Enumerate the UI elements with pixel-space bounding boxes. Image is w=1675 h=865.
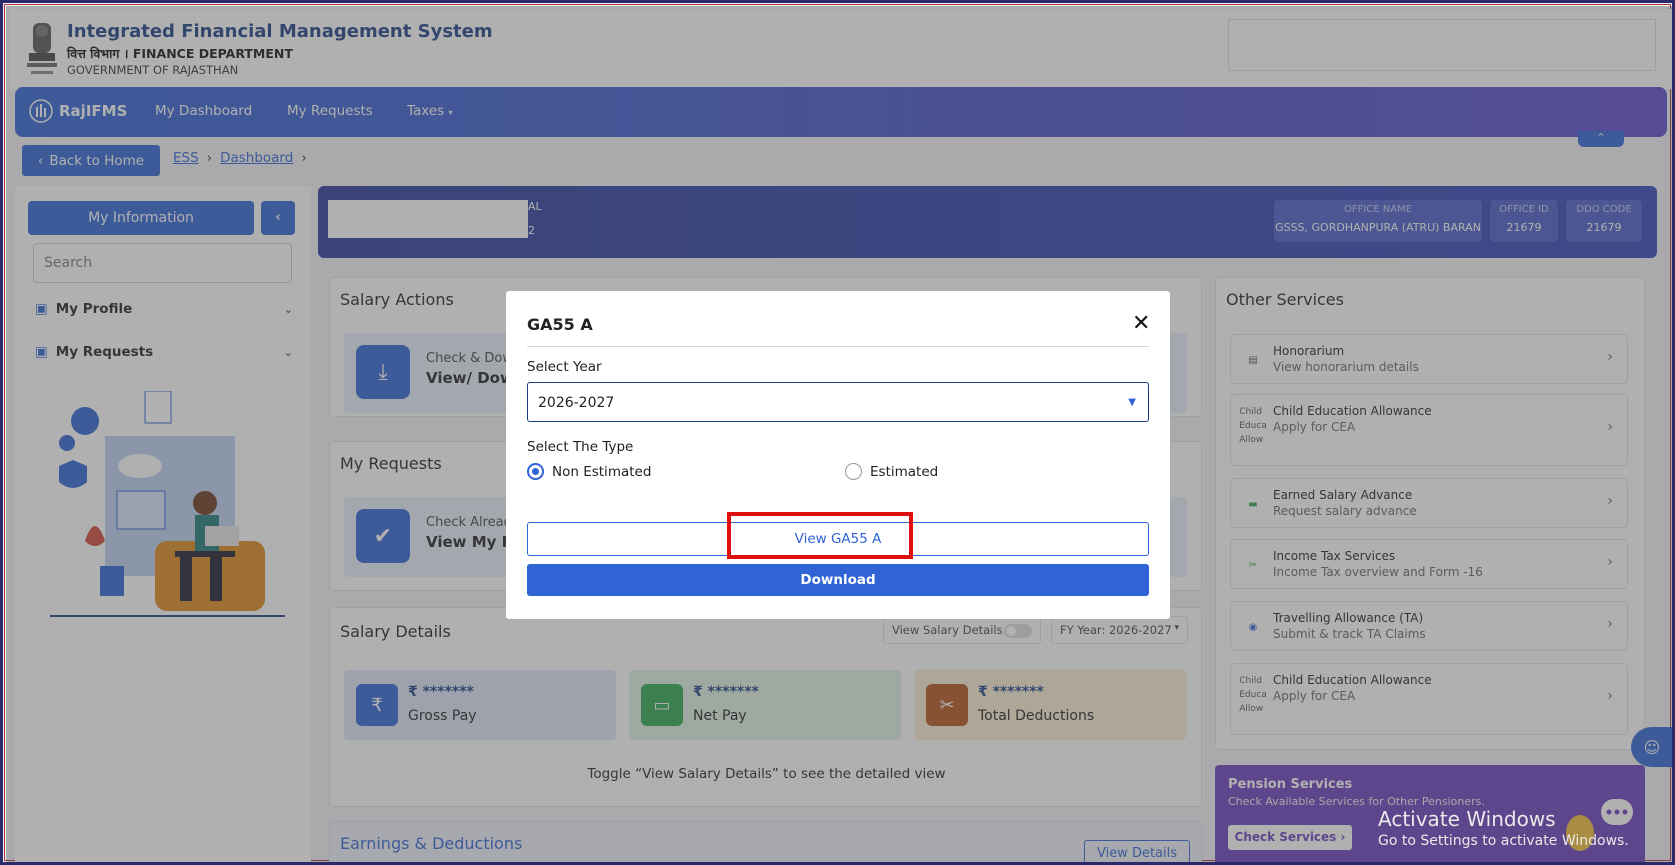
radio-button-unchecked[interactable] (845, 463, 862, 480)
close-icon[interactable]: ✕ (1132, 311, 1150, 336)
modal-divider (527, 346, 1149, 347)
ga55a-modal: GA55 A ✕ Select Year 2026-2027 ▼ Select … (506, 291, 1170, 619)
radio-estimated-label: Estimated (870, 463, 939, 480)
activate-windows-watermark-sub: Go to Settings to activate Windows. (1378, 833, 1629, 849)
radio-non-estimated[interactable]: Non Estimated (527, 463, 651, 480)
year-select[interactable]: 2026-2027 ▼ (527, 382, 1149, 422)
select-year-label: Select Year (527, 359, 602, 375)
radio-non-estimated-label: Non Estimated (552, 463, 652, 480)
year-select-value: 2026-2027 (538, 395, 615, 411)
modal-title: GA55 A (527, 315, 593, 334)
caret-down-icon: ▼ (1128, 397, 1136, 408)
highlight-box (727, 512, 913, 559)
radio-button-checked[interactable] (527, 463, 544, 480)
radio-estimated[interactable]: Estimated (845, 463, 938, 480)
activate-windows-watermark: Activate Windows (1378, 807, 1556, 831)
app-window: Integrated Financial Management System व… (0, 0, 1675, 865)
select-type-label: Select The Type (527, 439, 634, 455)
download-button[interactable]: Download (527, 564, 1149, 596)
